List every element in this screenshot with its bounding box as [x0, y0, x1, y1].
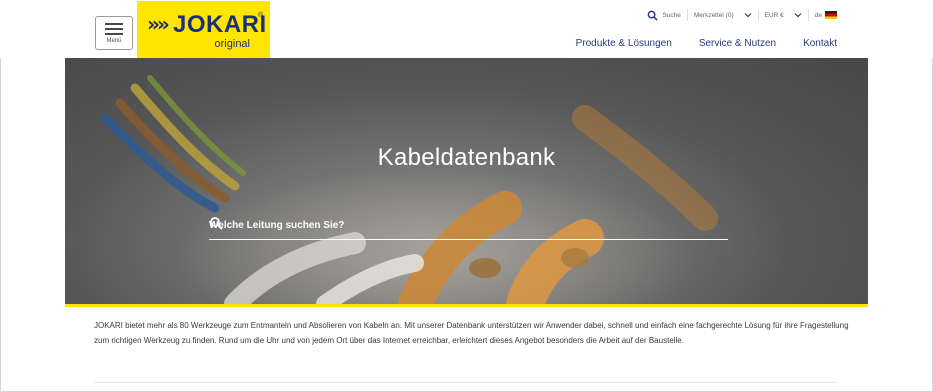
cable-background-image: [100, 75, 718, 304]
language-selector[interactable]: de: [809, 9, 843, 21]
logo-subtitle: original: [214, 38, 250, 50]
jokari-logo[interactable]: »» JOKARI ® original: [137, 1, 270, 58]
language-label: de: [814, 11, 822, 19]
logo-wordmark: JOKARI: [173, 11, 267, 38]
logo-chevrons: »»: [147, 12, 170, 36]
chevron-down-icon: [794, 13, 802, 18]
cable-search-input[interactable]: [209, 216, 689, 234]
main-navigation: Produkte & Lösungen Service & Nutzen Kon…: [549, 38, 837, 49]
hero-accent-line: [65, 304, 868, 307]
hero-title: Kabeldatenbank: [377, 144, 556, 171]
search-link-label: Suche: [662, 11, 681, 19]
logo-registered-mark: ®: [258, 12, 264, 19]
search-icon[interactable]: [209, 216, 223, 230]
hamburger-icon: [105, 23, 123, 35]
menu-button[interactable]: Menü: [95, 16, 133, 50]
nav-service[interactable]: Service & Nutzen: [699, 38, 776, 49]
notepad-link[interactable]: Merkzettel (0): [688, 9, 759, 21]
notepad-label: Merkzettel (0): [693, 11, 734, 19]
currency-label: EUR €: [764, 11, 784, 19]
utility-bar: Suche Merkzettel (0) EUR € de: [641, 9, 843, 21]
hero-banner: Kabeldatenbank: [65, 58, 868, 304]
cable-search-box: [209, 210, 728, 240]
site-header: Menü »» JOKARI ® original Suche Merkzett…: [0, 0, 933, 58]
nav-products[interactable]: Produkte & Lösungen: [576, 38, 672, 49]
nav-contact[interactable]: Kontakt: [803, 38, 837, 49]
chevron-down-icon: [744, 13, 752, 18]
german-flag-icon: [825, 11, 837, 19]
menu-label: Menü: [106, 38, 122, 44]
intro-paragraph: JOKARI bietet mehr als 80 Werkzeuge zum …: [94, 321, 849, 345]
search-link[interactable]: Suche: [641, 9, 688, 21]
section-divider: [94, 382, 836, 383]
currency-selector[interactable]: EUR €: [759, 9, 809, 21]
search-icon: [648, 10, 659, 21]
